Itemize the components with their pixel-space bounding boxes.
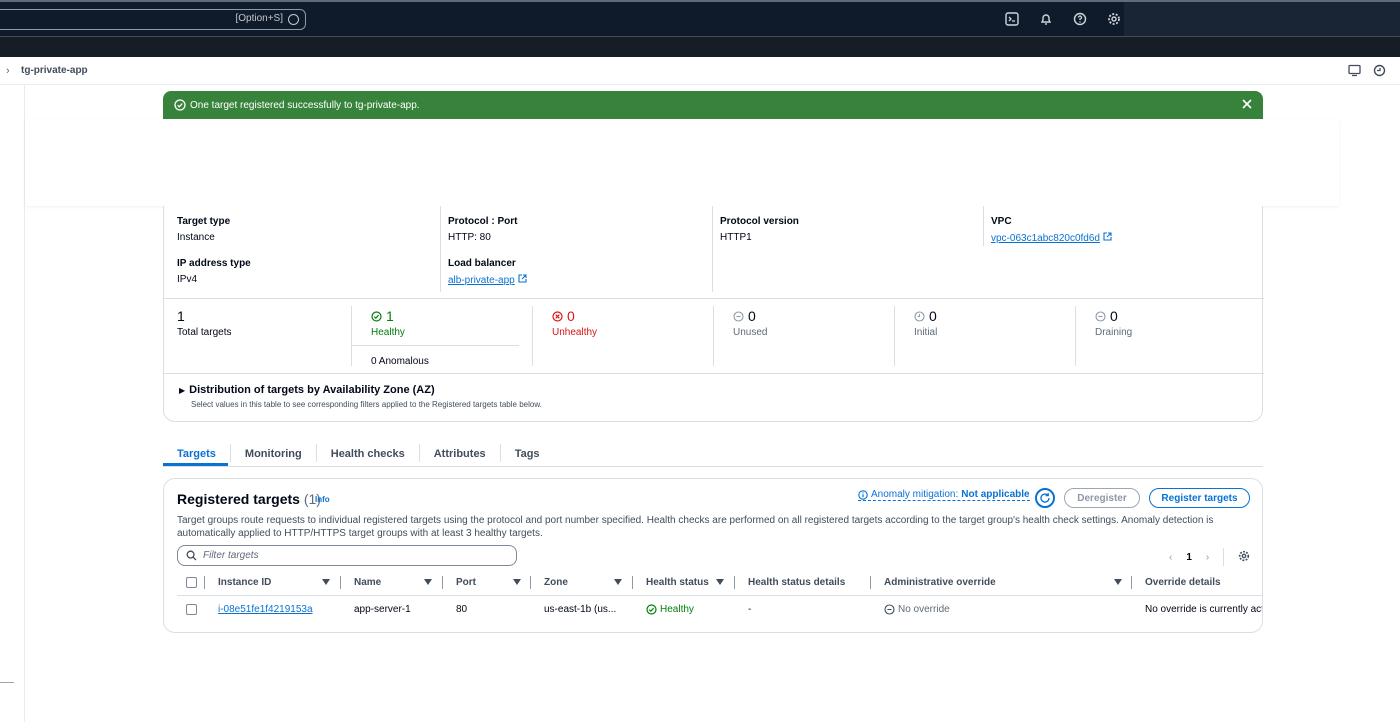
cell-port: 80 xyxy=(456,604,468,615)
filter-targets-input[interactable] xyxy=(203,550,503,561)
stat-unhealthy[interactable]: 0 Unhealthy xyxy=(552,308,597,338)
ip-address-type-field: IP address type IPv4 xyxy=(177,258,251,285)
sort-icon[interactable] xyxy=(1114,579,1122,585)
service-bar xyxy=(0,36,1400,57)
col-health-status-details[interactable]: Health status details xyxy=(748,577,845,588)
sort-icon[interactable] xyxy=(716,579,724,585)
sort-icon[interactable] xyxy=(614,579,622,585)
page-number[interactable]: 1 xyxy=(1186,552,1192,563)
stat-initial[interactable]: 0 Initial xyxy=(914,308,937,338)
minus-circle-icon xyxy=(1095,310,1106,322)
sort-icon[interactable] xyxy=(322,579,330,585)
registered-targets-title: Registered targets (1) xyxy=(177,491,321,507)
external-link-icon xyxy=(517,274,527,283)
registered-targets-card: Registered targets (1) Info Anomaly miti… xyxy=(163,478,1263,633)
tab-targets[interactable]: Targets xyxy=(163,444,231,462)
check-circle-icon xyxy=(174,99,186,114)
active-tab-indicator xyxy=(163,463,228,466)
instance-id-link[interactable]: i-08e51fe1f4219153a xyxy=(218,604,313,615)
tab-health-checks[interactable]: Health checks xyxy=(317,444,420,462)
caret-right-icon: ▶ xyxy=(179,385,186,395)
stat-unused[interactable]: 0 Unused xyxy=(733,308,767,338)
breadcrumb-current: tg-private-app xyxy=(21,65,88,76)
search-clear-icon[interactable] xyxy=(288,14,299,25)
anomaly-mitigation-popover[interactable]: Anomaly mitigation: Not applicable xyxy=(858,489,1030,501)
global-search-input[interactable]: [Option+S] xyxy=(0,9,306,30)
cell-zone: us-east-1b (us... xyxy=(544,604,617,615)
screen-share-icon[interactable] xyxy=(1348,64,1361,80)
target-group-details-card: Target type Instance Protocol : Port HTT… xyxy=(163,206,1264,422)
stat-draining[interactable]: 0 Draining xyxy=(1095,308,1132,338)
success-flashbar: One target registered successfully to tg… xyxy=(163,91,1263,119)
next-page-icon[interactable]: › xyxy=(1206,552,1209,563)
overlay-panel xyxy=(25,119,1339,206)
select-all-checkbox[interactable] xyxy=(186,577,197,588)
bell-icon[interactable] xyxy=(1038,11,1054,27)
cloudshell-icon[interactable] xyxy=(1004,11,1020,27)
deregister-button[interactable]: Deregister xyxy=(1064,488,1140,508)
minus-circle-icon xyxy=(733,310,744,322)
sort-icon[interactable] xyxy=(424,579,432,585)
help-icon[interactable] xyxy=(1072,11,1088,27)
col-administrative-override[interactable]: Administrative override xyxy=(884,577,996,588)
cell-health-details: - xyxy=(748,604,752,615)
registered-targets-description: Target groups route requests to individu… xyxy=(177,515,1214,539)
breadcrumb: › tg-private-app xyxy=(0,57,1400,85)
col-port[interactable]: Port xyxy=(456,577,476,588)
refresh-button[interactable] xyxy=(1035,488,1055,508)
cell-admin-override: No override xyxy=(884,604,950,615)
top-navigation-bar: [Option+S] xyxy=(0,0,1400,40)
sort-icon[interactable] xyxy=(513,579,521,585)
col-name[interactable]: Name xyxy=(354,577,381,588)
cell-override-details: No override is currently acti xyxy=(1145,604,1263,615)
vpc-link[interactable]: vpc-063c1abc820c0fd6d xyxy=(991,233,1100,244)
account-menu-area[interactable] xyxy=(1124,2,1400,40)
az-distribution-expander[interactable]: ▶ Distribution of targets by Availability… xyxy=(179,384,542,409)
info-link[interactable]: Info xyxy=(315,495,330,504)
vpc-field: VPC vpc-063c1abc820c0fd6d xyxy=(991,216,1112,244)
stat-anomalous[interactable]: 0 Anomalous xyxy=(371,353,429,367)
col-override-details[interactable]: Override details xyxy=(1145,577,1221,588)
load-balancer-link[interactable]: alb-private-app xyxy=(448,275,515,286)
search-icon xyxy=(186,550,197,561)
previous-page-icon[interactable]: ‹ xyxy=(1169,552,1172,563)
col-instance-id[interactable]: Instance ID xyxy=(218,577,271,588)
tab-tags[interactable]: Tags xyxy=(501,444,554,462)
check-circle-icon xyxy=(646,604,657,615)
col-zone[interactable]: Zone xyxy=(544,577,568,588)
external-link-icon xyxy=(1103,232,1112,241)
x-circle-icon xyxy=(552,310,563,322)
tab-bar: Targets Monitoring Health checks Attribu… xyxy=(163,441,1263,467)
cell-name: app-server-1 xyxy=(354,604,411,615)
tab-attributes[interactable]: Attributes xyxy=(420,444,501,462)
register-targets-button[interactable]: Register targets xyxy=(1149,488,1250,508)
pagination: ‹ 1 › xyxy=(1169,548,1250,566)
row-select-checkbox[interactable] xyxy=(186,604,197,615)
flash-message: One target registered successfully to tg… xyxy=(190,100,420,111)
tab-monitoring[interactable]: Monitoring xyxy=(231,444,317,462)
cell-health-status: Healthy xyxy=(646,604,694,615)
filter-targets-field[interactable] xyxy=(177,545,517,566)
col-health-status[interactable]: Health status xyxy=(646,577,709,588)
refresh-icon xyxy=(1040,493,1050,503)
stat-total-targets[interactable]: 1 Total targets xyxy=(177,308,231,338)
gear-icon[interactable] xyxy=(1106,11,1122,27)
chevron-right-icon: › xyxy=(6,65,10,77)
clock-icon xyxy=(914,310,925,322)
protocol-port-field: Protocol : Port HTTP: 80 xyxy=(448,216,518,243)
side-navigation-rail xyxy=(0,85,25,722)
info-circle-icon xyxy=(858,489,868,500)
minus-circle-icon xyxy=(884,604,895,615)
close-icon[interactable] xyxy=(1241,98,1253,113)
target-type-field: Target type Instance xyxy=(177,216,231,243)
table-preferences-gear-icon[interactable] xyxy=(1238,550,1250,565)
search-shortcut-hint: [Option+S] xyxy=(235,13,283,24)
stat-healthy[interactable]: 1 Healthy xyxy=(371,308,405,338)
check-circle-icon xyxy=(371,310,382,322)
protocol-version-field: Protocol version HTTP1 xyxy=(720,216,799,243)
history-icon[interactable] xyxy=(1373,64,1386,80)
load-balancer-field: Load balancer alb-private-app xyxy=(448,258,527,286)
